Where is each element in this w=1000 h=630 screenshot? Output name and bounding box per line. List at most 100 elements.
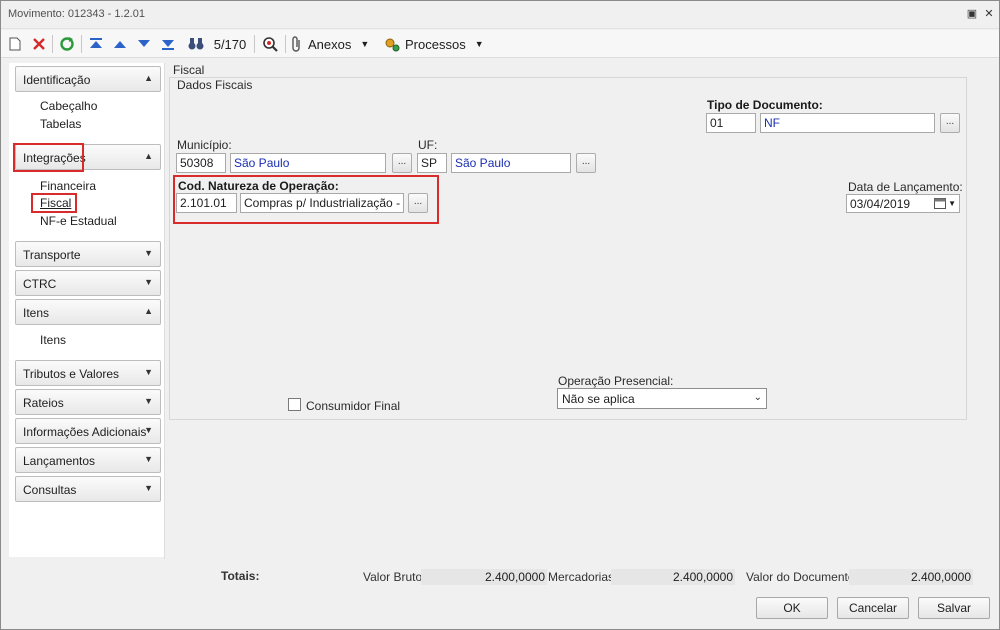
group-label: Itens (23, 306, 50, 320)
chevron-down-icon: ▼ (360, 39, 370, 49)
previous-record-button[interactable] (110, 33, 130, 55)
chevron-down-icon: ▼ (144, 483, 153, 493)
toolbar-separator (285, 35, 286, 53)
maximize-icon[interactable]: ▣ (966, 8, 978, 20)
toolbar-separator (52, 35, 53, 53)
record-counter-wrap: 5/170 (210, 33, 250, 55)
group-label: Lançamentos (23, 454, 96, 468)
sidebar-item-nfe-estadual[interactable]: NF-e Estadual (40, 214, 117, 228)
chevron-down-icon: ▼ (144, 425, 153, 435)
fieldset-legend: Dados Fiscais (177, 78, 253, 92)
calendar-icon (934, 198, 947, 209)
municipio-code-field[interactable]: 50308 (176, 153, 226, 173)
sidebar-group-tributos-valores[interactable]: Tributos e Valores ▼ (15, 360, 161, 386)
refresh-button[interactable] (57, 33, 77, 55)
sidebar-item-cabecalho[interactable]: Cabeçalho (40, 99, 97, 113)
first-record-icon (90, 38, 102, 48)
municipio-lookup-button[interactable]: ... (392, 153, 412, 173)
uf-name-field[interactable]: São Paulo (451, 153, 571, 173)
group-label: Consultas (23, 483, 77, 497)
processos-label: Processos (405, 36, 466, 52)
sidebar-item-itens[interactable]: Itens (40, 333, 66, 347)
processos-menu-button[interactable]: Processos ▼ (384, 33, 484, 55)
previous-record-icon (114, 41, 126, 48)
municipio-name-field[interactable]: São Paulo (230, 153, 386, 173)
new-record-button[interactable] (6, 33, 24, 55)
natureza-operacao-label: Cod. Natureza de Operação: (178, 179, 339, 193)
dados-fiscais-fieldset: Dados Fiscais Tipo de Documento: 01 NF .… (169, 77, 967, 420)
tipo-documento-label: Tipo de Documento: (707, 98, 823, 112)
chevron-down-icon: ▼ (474, 39, 484, 49)
tipo-documento-code-field[interactable]: 01 (706, 113, 756, 133)
delete-icon (33, 38, 45, 50)
sidebar-group-informacoes-adicionais[interactable]: Informações Adicionais ▼ (15, 418, 161, 444)
operacao-presencial-label: Operação Presencial: (558, 374, 674, 388)
municipio-label: Município: (177, 138, 232, 152)
save-button[interactable]: Salvar (918, 597, 990, 619)
consumidor-final-checkbox[interactable] (288, 398, 301, 411)
toolbar-separator (254, 35, 255, 53)
group-label: Informações Adicionais (23, 425, 147, 439)
close-icon[interactable]: ✕ (983, 8, 995, 20)
data-lancamento-value: 03/04/2019 (850, 197, 911, 211)
chevron-up-icon: ▲ (144, 306, 153, 316)
sidebar-group-rateios[interactable]: Rateios ▼ (15, 389, 161, 415)
chevron-down-icon: ▼ (144, 277, 153, 287)
chevron-up-icon: ▲ (144, 73, 153, 83)
consumidor-final-label: Consumidor Final (306, 399, 401, 413)
new-document-icon (9, 37, 21, 51)
uf-lookup-button[interactable]: ... (576, 153, 596, 173)
toolbar: 5/170 Anexos ▼ Processos ▼ (1, 30, 999, 58)
data-lancamento-label: Data de Lançamento: (848, 180, 963, 194)
ok-button[interactable]: OK (756, 597, 828, 619)
find-button[interactable] (184, 33, 208, 55)
record-counter: 5/170 (213, 36, 247, 52)
tipo-documento-name-field[interactable]: NF (760, 113, 935, 133)
first-record-button[interactable] (86, 33, 106, 55)
zoom-button[interactable] (259, 33, 281, 55)
fiscal-panel: Fiscal Dados Fiscais Tipo de Documento: … (164, 63, 994, 559)
sidebar-group-lancamentos[interactable]: Lançamentos ▼ (15, 447, 161, 473)
chevron-down-icon: ▼ (144, 396, 153, 406)
sidebar-group-transporte[interactable]: Transporte ▼ (15, 241, 161, 267)
sidebar-group-itens[interactable]: Itens ▲ (15, 299, 161, 325)
title-bar: Movimento: 012343 - 1.2.01 ▣ ✕ (1, 1, 999, 29)
valor-bruto-label: Valor Bruto: (363, 570, 426, 584)
valor-documento-label: Valor do Documento: (746, 570, 858, 584)
natureza-operacao-description-field[interactable]: Compras p/ Industrialização - Alíc (240, 193, 404, 213)
uf-code-field[interactable]: SP (417, 153, 447, 173)
chevron-down-icon: ▼ (144, 248, 153, 258)
operacao-presencial-select[interactable]: Não se aplica ⌄ (557, 388, 767, 409)
sidebar-item-tabelas[interactable]: Tabelas (40, 117, 81, 131)
group-label: Transporte (23, 248, 81, 262)
sidebar-group-identificacao[interactable]: Identificação ▲ (15, 66, 161, 92)
last-record-icon (162, 40, 174, 50)
cancel-button[interactable]: Cancelar (837, 597, 909, 619)
movimento-window: Movimento: 012343 - 1.2.01 ▣ ✕ 5/170 Ane… (0, 0, 1000, 630)
anexos-menu-button[interactable]: Anexos ▼ (291, 33, 377, 55)
chevron-down-icon: ▼ (144, 367, 153, 377)
toolbar-separator (81, 35, 82, 53)
zoom-icon (263, 37, 278, 52)
paperclip-icon (292, 36, 300, 52)
natureza-operacao-lookup-button[interactable]: ... (408, 193, 428, 213)
natureza-operacao-code-field[interactable]: 2.101.01 (176, 193, 237, 213)
gears-icon (385, 38, 400, 52)
sidebar-group-consultas[interactable]: Consultas ▼ (15, 476, 161, 502)
anexos-label: Anexos (308, 36, 352, 52)
group-label: CTRC (23, 277, 57, 291)
last-record-button[interactable] (158, 33, 178, 55)
delete-button[interactable] (30, 33, 48, 55)
tipo-documento-lookup-button[interactable]: ... (940, 113, 960, 133)
group-label: Identificação (23, 73, 91, 87)
chevron-down-icon: ⌄ (753, 392, 762, 403)
next-record-icon (138, 40, 150, 47)
sidebar-item-financeira[interactable]: Financeira (40, 179, 96, 193)
data-lancamento-field[interactable]: 03/04/2019 ▼ (846, 194, 960, 213)
highlight-box (31, 193, 77, 213)
calendar-dropdown-button[interactable]: ▼ (934, 197, 956, 209)
mercadorias-value: 2.400,0000 (611, 569, 735, 585)
section-title: Fiscal (173, 63, 205, 77)
next-record-button[interactable] (134, 33, 154, 55)
sidebar-group-ctrc[interactable]: CTRC ▼ (15, 270, 161, 296)
